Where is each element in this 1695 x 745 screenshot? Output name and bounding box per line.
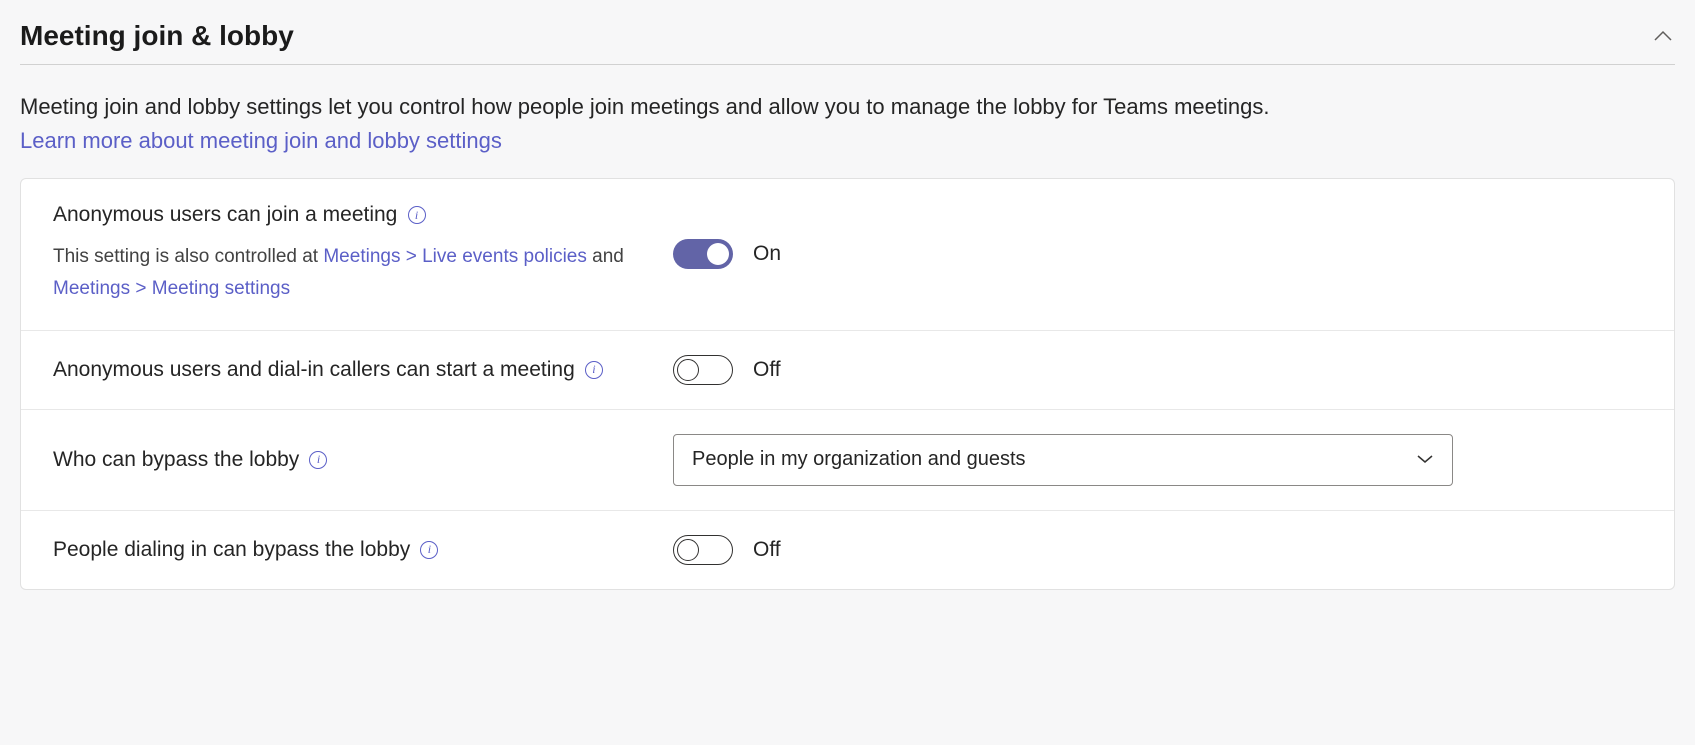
toggle-state-label: On <box>753 242 781 266</box>
setting-label-anonymous-start: Anonymous users and dial-in callers can … <box>53 358 575 381</box>
setting-label-col: Anonymous users can join a meeting i Thi… <box>53 203 673 306</box>
setting-label-dialin-bypass: People dialing in can bypass the lobby <box>53 538 410 561</box>
setting-control-col: Off <box>673 355 781 385</box>
chevron-down-icon <box>1416 451 1434 468</box>
setting-label-bypass-lobby: Who can bypass the lobby <box>53 448 299 471</box>
link-meeting-settings[interactable]: Meetings > Meeting settings <box>53 278 290 299</box>
link-live-events-policies[interactable]: Meetings > Live events policies <box>323 246 587 267</box>
setting-label-anonymous-join: Anonymous users can join a meeting <box>53 203 397 226</box>
sublabel-text-and: and <box>587 246 624 267</box>
toggle-anonymous-start[interactable] <box>673 355 733 385</box>
collapse-section-button[interactable] <box>1651 24 1675 48</box>
setting-control-col: People in my organization and guests <box>673 434 1453 486</box>
setting-row-anonymous-start: Anonymous users and dial-in callers can … <box>21 331 1674 410</box>
learn-more-link[interactable]: Learn more about meeting join and lobby … <box>20 128 502 154</box>
dropdown-bypass-lobby[interactable]: People in my organization and guests <box>673 434 1453 486</box>
toggle-state-label: Off <box>753 358 781 382</box>
section-description: Meeting join and lobby settings let you … <box>20 89 1675 124</box>
setting-label-col: Anonymous users and dial-in callers can … <box>53 358 673 382</box>
toggle-dialin-bypass[interactable] <box>673 535 733 565</box>
chevron-up-icon <box>1653 30 1673 42</box>
sublabel-text-prefix: This setting is also controlled at <box>53 246 323 267</box>
section-title: Meeting join & lobby <box>20 20 294 52</box>
toggle-knob <box>707 243 729 265</box>
settings-card: Anonymous users can join a meeting i Thi… <box>20 178 1675 590</box>
dropdown-value: People in my organization and guests <box>692 448 1026 471</box>
setting-label-col: People dialing in can bypass the lobby i <box>53 538 673 562</box>
info-icon[interactable]: i <box>420 541 438 559</box>
toggle-knob <box>677 359 699 381</box>
setting-row-dialin-bypass: People dialing in can bypass the lobby i… <box>21 511 1674 589</box>
setting-row-anonymous-join: Anonymous users can join a meeting i Thi… <box>21 179 1674 331</box>
toggle-anonymous-join[interactable] <box>673 239 733 269</box>
info-icon[interactable]: i <box>585 361 603 379</box>
toggle-knob <box>677 539 699 561</box>
setting-label-col: Who can bypass the lobby i <box>53 448 673 472</box>
info-icon[interactable]: i <box>309 451 327 469</box>
setting-row-bypass-lobby: Who can bypass the lobby i People in my … <box>21 410 1674 511</box>
setting-control-col: On <box>673 239 781 269</box>
section-header: Meeting join & lobby <box>20 20 1675 65</box>
setting-sublabel-anonymous-join: This setting is also controlled at Meeti… <box>53 241 653 306</box>
setting-control-col: Off <box>673 535 781 565</box>
info-icon[interactable]: i <box>408 206 426 224</box>
toggle-state-label: Off <box>753 538 781 562</box>
